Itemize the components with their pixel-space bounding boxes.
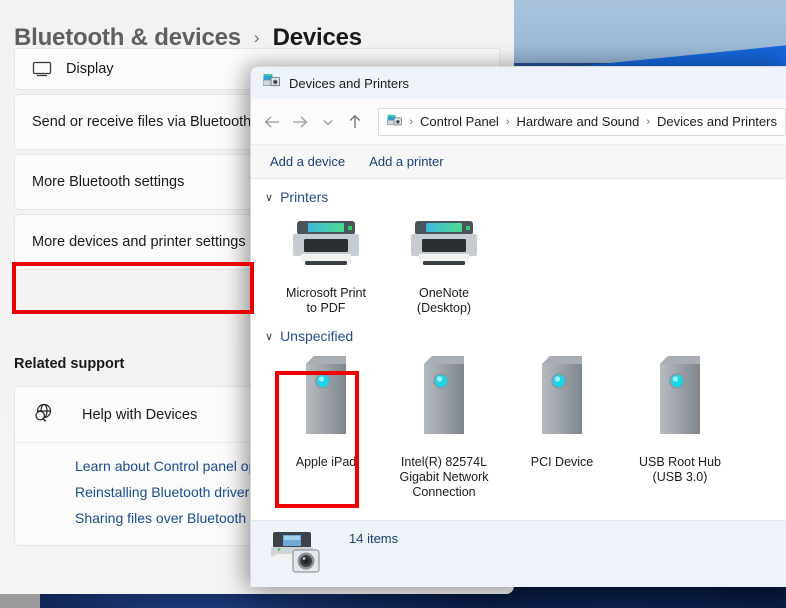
support-row-label: Help with Devices <box>82 406 198 423</box>
device-item-apple-ipad[interactable]: Apple iPad <box>267 346 385 500</box>
address-bar[interactable]: › Control Panel › Hardware and Sound › D… <box>378 107 786 136</box>
generic-device-icon <box>532 352 592 449</box>
device-label: OneNote (Desktop) <box>416 286 472 315</box>
group-header-printers[interactable]: ∨ Printers <box>251 189 786 205</box>
breadcrumb-control-panel[interactable]: Control Panel <box>420 114 499 129</box>
device-item-microsoft-print-to-pdf[interactable]: Microsoft Print to PDF <box>267 207 385 316</box>
chevron-down-icon[interactable] <box>315 107 341 137</box>
device-label: PCI Device <box>530 455 594 469</box>
device-label: Microsoft Print to PDF <box>286 286 366 315</box>
related-support-heading: Related support <box>14 356 125 372</box>
add-a-device-button[interactable]: Add a device <box>270 154 345 169</box>
window-titlebar[interactable]: Devices and Printers <box>251 67 786 99</box>
generic-device-icon <box>296 352 356 449</box>
printer-camera-icon <box>269 526 331 583</box>
navigation-bar: › Control Panel › Hardware and Sound › D… <box>251 99 786 145</box>
chevron-down-icon[interactable]: ∨ <box>265 191 273 204</box>
devices-and-printers-window: Devices and Printers › Control Panel › H… <box>250 66 786 587</box>
device-label: Apple iPad <box>295 455 357 469</box>
command-toolbar: Add a device Add a printer <box>251 145 786 179</box>
devices-printers-icon <box>387 114 403 130</box>
breadcrumb-devices-and-printers[interactable]: Devices and Printers <box>657 114 777 129</box>
breadcrumb-separator-icon: › <box>505 115 510 128</box>
display-icon <box>32 61 66 77</box>
device-item-pci-device[interactable]: PCI Device <box>503 346 621 500</box>
arrow-right-icon[interactable] <box>287 107 313 137</box>
devices-printers-icon <box>262 73 281 93</box>
breadcrumb-hardware-and-sound[interactable]: Hardware and Sound <box>517 114 640 129</box>
status-bar: 14 items <box>251 520 786 587</box>
group-header-label: Printers <box>280 189 329 205</box>
devices-content-area: ∨ Printers Microsoft Print to PDF OneNot… <box>251 180 786 520</box>
printer-icon <box>405 213 483 280</box>
printers-grid: Microsoft Print to PDF OneNote (Desktop) <box>251 207 786 316</box>
generic-device-icon <box>650 352 710 449</box>
unspecified-grid: Apple iPad Intel(R) 82574L Gigabit Netwo… <box>251 346 786 500</box>
device-item-intel-82574l[interactable]: Intel(R) 82574L Gigabit Network Connecti… <box>385 346 503 500</box>
generic-device-icon <box>414 352 474 449</box>
wallpaper-left-strip <box>0 594 40 608</box>
device-label: USB Root Hub (USB 3.0) <box>639 455 721 484</box>
add-a-printer-button[interactable]: Add a printer <box>369 154 443 169</box>
window-title: Devices and Printers <box>289 75 409 91</box>
breadcrumb-separator-icon: › <box>253 28 260 47</box>
arrow-left-icon[interactable] <box>259 107 285 137</box>
device-label: Intel(R) 82574L Gigabit Network Connecti… <box>399 455 489 499</box>
printer-icon <box>287 213 365 280</box>
device-item-usb-root-hub[interactable]: USB Root Hub (USB 3.0) <box>621 346 739 500</box>
group-header-label: Unspecified <box>280 328 354 344</box>
group-header-unspecified[interactable]: ∨ Unspecified <box>251 328 786 344</box>
globe-search-icon <box>32 402 82 428</box>
chevron-down-icon[interactable]: ∨ <box>265 330 273 343</box>
status-item-count: 14 items <box>349 531 399 546</box>
breadcrumb-separator-icon: › <box>409 115 414 128</box>
device-item-onenote-desktop[interactable]: OneNote (Desktop) <box>385 207 503 316</box>
breadcrumb-separator-icon: › <box>646 115 651 128</box>
arrow-up-icon[interactable] <box>343 107 369 137</box>
